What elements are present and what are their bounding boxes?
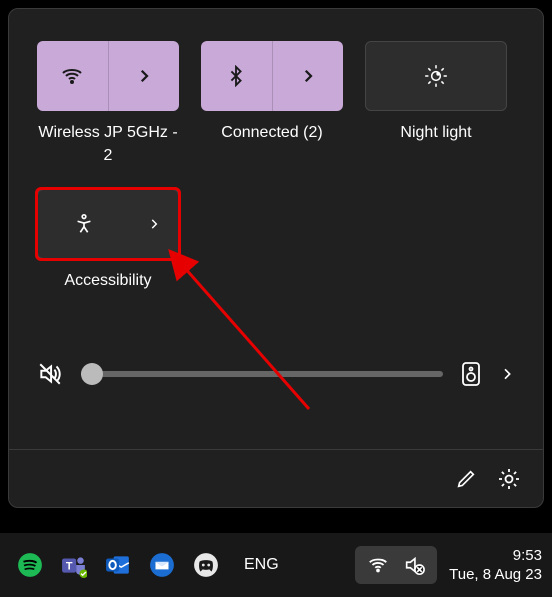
audio-output-button[interactable] xyxy=(461,361,481,387)
accessibility-label: Accessibility xyxy=(64,269,151,292)
thunderbird-app-icon[interactable] xyxy=(148,551,176,579)
volume-row xyxy=(37,361,515,387)
thunderbird-icon xyxy=(149,552,175,578)
accessibility-icon xyxy=(73,213,95,235)
discord-icon xyxy=(193,552,219,578)
wifi-tile-wrap: Wireless JP 5GHz - 2 xyxy=(37,41,179,167)
nightlight-label: Night light xyxy=(400,121,471,144)
wifi-icon xyxy=(367,554,389,576)
discord-app-icon[interactable] xyxy=(192,551,220,579)
chevron-right-icon xyxy=(135,67,153,85)
chevron-right-icon xyxy=(499,366,515,382)
spotify-icon xyxy=(17,552,43,578)
nightlight-tile-wrap: Night light xyxy=(365,41,507,167)
nightlight-tile[interactable] xyxy=(365,41,507,111)
spotify-app-icon[interactable] xyxy=(16,551,44,579)
bluetooth-tile[interactable] xyxy=(201,41,343,111)
bluetooth-toggle[interactable] xyxy=(201,41,273,111)
chevron-right-icon xyxy=(299,67,317,85)
outlook-icon xyxy=(105,552,131,578)
settings-button[interactable] xyxy=(497,467,521,491)
volume-slider[interactable] xyxy=(81,371,443,377)
speaker-muted-icon xyxy=(37,361,63,387)
taskbar: T xyxy=(0,533,552,597)
bluetooth-expand[interactable] xyxy=(273,41,344,111)
mute-button[interactable] xyxy=(37,361,63,387)
outlook-app-icon[interactable] xyxy=(104,551,132,579)
clock[interactable]: 9:53 Tue, 8 Aug 23 xyxy=(449,546,542,585)
tray-quick-settings[interactable] xyxy=(355,546,437,584)
tiles-grid: Wireless JP 5GHz - 2 Connected (2) xyxy=(29,29,523,293)
accessibility-tile-wrap: Accessibility xyxy=(37,189,179,292)
wifi-expand[interactable] xyxy=(109,41,180,111)
volume-thumb[interactable] xyxy=(81,363,103,385)
wifi-icon xyxy=(60,64,84,88)
bluetooth-label: Connected (2) xyxy=(221,121,322,144)
panel-footer xyxy=(9,449,543,507)
wifi-tile[interactable] xyxy=(37,41,179,111)
teams-app-icon[interactable]: T xyxy=(60,551,88,579)
bluetooth-tile-wrap: Connected (2) xyxy=(201,41,343,167)
speaker-muted-icon xyxy=(403,554,425,576)
system-tray: 9:53 Tue, 8 Aug 23 xyxy=(355,546,542,585)
clock-date: Tue, 8 Aug 23 xyxy=(449,565,542,585)
taskbar-apps: T xyxy=(16,551,279,579)
bluetooth-icon xyxy=(225,65,247,87)
edit-button[interactable] xyxy=(455,468,477,490)
nightlight-icon xyxy=(423,63,449,89)
svg-text:T: T xyxy=(66,560,73,572)
teams-icon: T xyxy=(61,552,87,578)
language-indicator[interactable]: ENG xyxy=(244,556,279,574)
pencil-icon xyxy=(455,468,477,490)
chevron-right-icon xyxy=(147,217,161,231)
gear-icon xyxy=(497,467,521,491)
wifi-label: Wireless JP 5GHz - 2 xyxy=(37,121,179,167)
wifi-toggle[interactable] xyxy=(37,41,109,111)
accessibility-toggle[interactable] xyxy=(38,190,129,258)
accessibility-tile[interactable] xyxy=(37,189,179,259)
audio-expand[interactable] xyxy=(499,366,515,382)
clock-time: 9:53 xyxy=(449,546,542,566)
accessibility-expand[interactable] xyxy=(129,190,178,258)
quick-settings-panel: Wireless JP 5GHz - 2 Connected (2) xyxy=(8,8,544,508)
speaker-device-icon xyxy=(461,361,481,387)
